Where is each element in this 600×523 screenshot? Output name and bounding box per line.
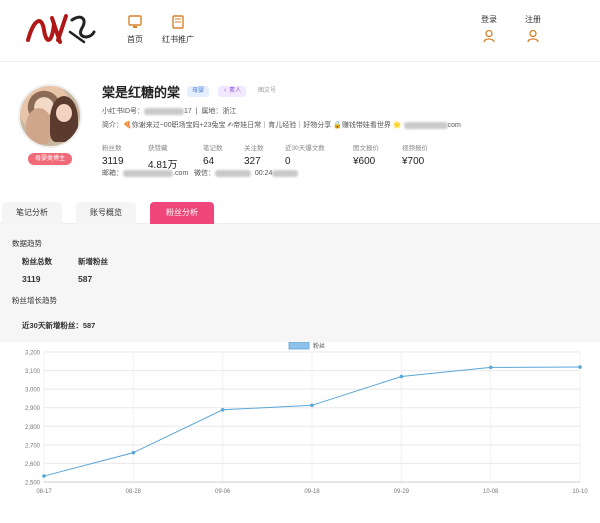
stat-notes-label: 笔记数	[203, 145, 223, 152]
stat-fans-value: 3119	[102, 156, 124, 167]
profile-contact-line: 邮箱： .com 微信： 00:24	[102, 168, 299, 178]
login-label: 登录	[481, 15, 497, 24]
growth-summary: 近30天新增粉丝：587	[22, 321, 96, 330]
legend-label: 粉丝	[313, 342, 325, 350]
redacted-id	[144, 107, 184, 115]
register-label: 注册	[525, 15, 541, 24]
stat-viral-value: 0	[285, 156, 291, 167]
category-tag-button[interactable]: 母婴类博主	[28, 153, 72, 165]
fans-analysis-panel: 数据趋势 粉丝总数 新增粉丝 3119 587 粉丝增长趋势 近30天新增粉丝：…	[0, 224, 600, 523]
stat-image-price-label: 图文报价	[353, 145, 379, 152]
trend-title: 数据趋势	[12, 239, 42, 248]
profile-id-tail: 17	[184, 108, 192, 115]
profile-intro-tail: com	[447, 122, 461, 129]
y-tick-label: 3,200	[25, 351, 41, 357]
stat-likes: 获赞藏 4.81万	[148, 142, 177, 171]
monitor-icon	[128, 15, 142, 28]
data-point	[399, 374, 404, 379]
stat-fans: 粉丝数 3119	[102, 142, 124, 167]
email-label: 邮箱：	[102, 170, 123, 177]
profile-id-label: 小红书ID号：	[102, 108, 144, 115]
data-point	[131, 450, 136, 455]
new-fans-label: 新增粉丝	[78, 257, 108, 266]
brand-logo[interactable]	[24, 10, 96, 48]
tab-notes-analysis[interactable]: 笔记分析	[2, 202, 62, 224]
redacted-wechat-2	[272, 169, 299, 177]
badge-format: 图文号	[258, 88, 277, 94]
stat-notes-value: 64	[203, 156, 215, 167]
x-tick-label: 09-06	[215, 489, 231, 495]
y-tick-label: 2,500	[25, 481, 41, 487]
profile-intro: 简介：🍕你谢来过~00职场宝妈+23兔宝 ✍帝娃日常｜育儿经验｜好物分享 🔒赚钱…	[102, 122, 402, 129]
y-tick-label: 2,700	[25, 443, 41, 449]
badge-category: 母婴	[187, 86, 210, 97]
wechat-tail: 00:24	[254, 170, 273, 177]
redacted-email	[123, 169, 173, 177]
stat-fans-label: 粉丝数	[102, 145, 122, 152]
fans-total-label: 粉丝总数	[22, 257, 52, 266]
user-icon	[483, 29, 495, 43]
data-point	[488, 365, 493, 370]
stat-image-price: 图文报价 ¥600	[353, 142, 379, 167]
x-tick-label: 08-28	[126, 489, 142, 495]
stat-notes: 笔记数 64	[203, 142, 223, 167]
stat-video-price-value: ¥700	[402, 156, 425, 167]
profile-intro-line: 简介：🍕你谢来过~00职场宝妈+23兔宝 ✍帝娃日常｜育儿经验｜好物分享 🔒赚钱…	[102, 120, 461, 130]
redacted-contact	[403, 121, 448, 129]
data-point	[578, 365, 582, 369]
register-button[interactable]: 注册	[513, 14, 553, 43]
user-icon	[527, 29, 539, 43]
avatar	[18, 84, 82, 148]
data-point	[310, 403, 314, 408]
nav-home-label: 首页	[127, 35, 143, 44]
growth-title: 粉丝增长趋势	[12, 296, 57, 305]
stat-video-price-label: 视频报价	[402, 145, 428, 152]
location-pin-icon: ♀	[223, 88, 228, 94]
y-tick-label: 2,900	[25, 406, 41, 412]
book-icon	[172, 15, 184, 29]
stat-following: 关注数 327	[244, 142, 264, 167]
tab-account-overview[interactable]: 账号概览	[76, 202, 136, 224]
nav-promotion[interactable]: 红书推广	[153, 14, 203, 45]
x-tick-label: 10-08	[483, 489, 499, 495]
y-tick-label: 2,800	[25, 425, 41, 431]
y-tick-label: 2,600	[25, 462, 41, 468]
x-tick-label: 09-18	[304, 489, 320, 495]
profile-location: 属地：浙江	[201, 108, 237, 115]
profile-name: 棠是红糖的棠	[102, 85, 181, 100]
email-tail: .com	[173, 170, 189, 177]
stat-likes-label: 获赞藏	[148, 145, 168, 152]
data-point	[220, 407, 225, 412]
stat-following-label: 关注数	[244, 145, 264, 152]
fans-growth-chart: 2,500 2,600 2,700 2,800 2,900 3,000 3,100 3,200…	[0, 341, 600, 523]
stat-viral: 近30天爆文数 0	[285, 142, 325, 167]
y-tick-label: 3,100	[25, 369, 41, 375]
data-point	[42, 474, 46, 478]
stat-viral-label: 近30天爆文数	[285, 145, 325, 152]
stat-image-price-value: ¥600	[353, 156, 376, 167]
profile-id-line: 小红书ID号： 17 | 属地：浙江	[102, 107, 237, 115]
tab-fans-analysis[interactable]: 粉丝分析	[150, 202, 214, 224]
nav-promotion-label: 红书推广	[162, 35, 194, 44]
y-tick-label: 3,000	[25, 388, 41, 394]
x-tick-label: 09-29	[394, 489, 410, 495]
legend-swatch	[288, 341, 310, 350]
top-bar: 首页 红书推广 登录 注册	[0, 0, 600, 62]
login-button[interactable]: 登录	[469, 14, 509, 43]
profile-card: 母婴类博主 棠是红糖的棠 母婴 ♀ 素人 图文号 小红书ID号： 17 | 属地：…	[0, 62, 600, 200]
fans-total-value: 3119	[22, 274, 41, 284]
x-tick-label: 10-10	[572, 489, 588, 495]
badge-type-label: 素人	[229, 88, 242, 94]
x-tick-label: 08-17	[36, 489, 52, 495]
stat-following-value: 327	[244, 156, 261, 167]
line-chart: 2,500 2,600 2,700 2,800 2,900 3,000 3,100 3,200…	[25, 341, 588, 495]
redacted-wechat	[215, 169, 252, 177]
badge-type: ♀ 素人	[218, 86, 247, 97]
wechat-label: 微信：	[194, 170, 216, 177]
analysis-tabs: 笔记分析 账号概览 粉丝分析	[0, 200, 600, 224]
stat-video-price: 视频报价 ¥700	[402, 142, 428, 167]
new-fans-value: 587	[78, 274, 93, 284]
